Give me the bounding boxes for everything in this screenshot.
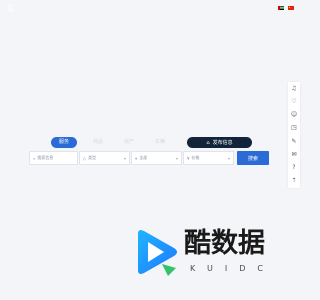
chat-icon[interactable]: ◳ (291, 125, 297, 131)
publish-button-label: 发布信息 (212, 140, 233, 146)
category-value: 类型 (88, 155, 97, 160)
uae-flag-icon[interactable] (278, 6, 284, 10)
price-value: 价格 (191, 155, 200, 160)
chevron-down-icon: ▾ (227, 155, 230, 161)
keyword-placeholder: 搜索信息 (37, 155, 54, 160)
tag-icon: ◇ (83, 155, 87, 161)
top-icon[interactable]: ⇡ (291, 178, 296, 184)
tab-property[interactable]: 房产 (119, 137, 139, 148)
hamburger-icon: ☰ (7, 4, 15, 13)
region-select[interactable]: ⌖ 全部 ▾ (131, 151, 182, 165)
home-icon: ⌂ (206, 139, 210, 146)
message-icon[interactable]: ✉ (291, 151, 296, 158)
tab-goods[interactable]: 商品 (88, 137, 108, 148)
price-icon: ¥ (187, 155, 190, 161)
bell-icon[interactable]: ♫ (291, 85, 296, 92)
keyword-input[interactable]: ⌕ 搜索信息 (29, 151, 78, 165)
tab-services[interactable]: 服务 (51, 137, 78, 148)
language-switcher (278, 6, 294, 10)
search-button[interactable]: 搜索 (237, 151, 269, 165)
publish-button[interactable]: ⌂ 发布信息 (187, 137, 252, 148)
logo-english-text: KUIDC (190, 264, 275, 273)
chevron-down-icon: ▾ (123, 155, 126, 161)
user-icon[interactable]: ☺ (291, 112, 297, 118)
menu-button[interactable]: ☰ (7, 5, 15, 13)
edit-icon[interactable]: ✎ (291, 138, 296, 145)
search-bar: ⌕ 搜索信息 ◇ 类型 ▾ ⌖ 全部 ▾ ¥ 价格 ▾ 搜索 (29, 151, 269, 165)
chevron-down-icon: ▾ (175, 155, 178, 161)
search-icon: ⌕ (33, 155, 36, 161)
logo-chinese-text: 酷数据 (184, 228, 265, 259)
site-logo: 酷数据 KUIDC (132, 224, 282, 280)
side-toolbar: ♫ ♡ ☺ ◳ ✎ ✉ ? ⇡ (288, 82, 300, 188)
china-flag-icon[interactable] (288, 6, 294, 10)
top-bar: ☰ (0, 0, 300, 20)
location-icon: ⌖ (135, 155, 138, 161)
region-value: 全部 (139, 155, 148, 160)
price-select[interactable]: ¥ 价格 ▾ (183, 151, 234, 165)
play-logo-icon (132, 224, 182, 280)
tab-vehicles[interactable]: 车辆 (150, 137, 170, 148)
category-select[interactable]: ◇ 类型 ▾ (79, 151, 130, 165)
question-icon[interactable]: ? (292, 165, 295, 171)
heart-icon[interactable]: ♡ (291, 98, 296, 105)
